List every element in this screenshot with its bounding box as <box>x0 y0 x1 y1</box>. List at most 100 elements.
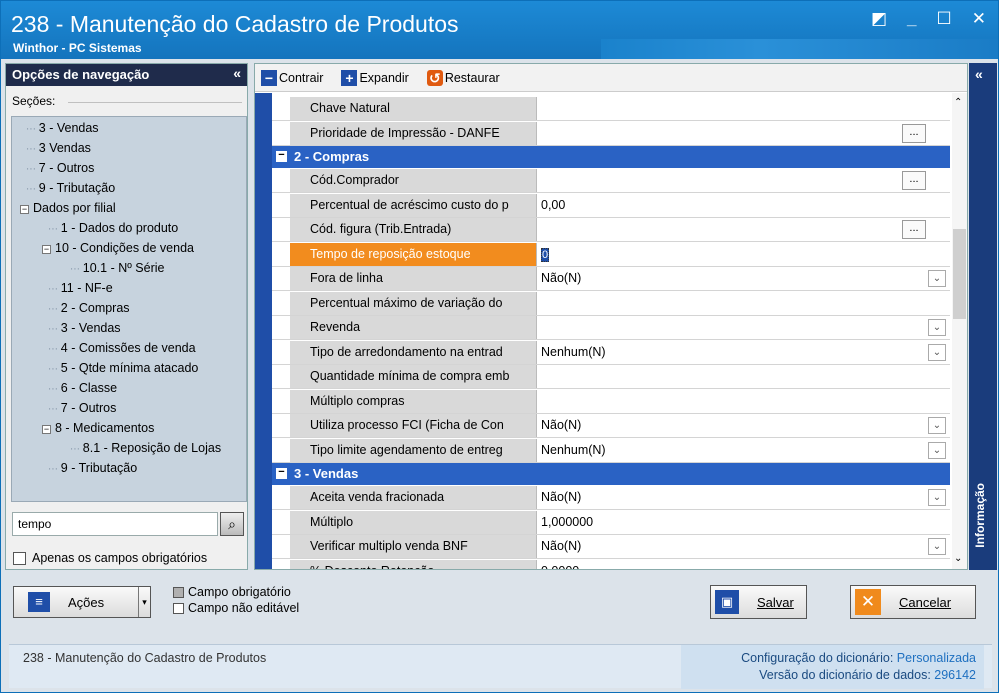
tree-item[interactable]: ⋯ 8.1 - Reposição de Lojas <box>70 441 221 455</box>
property-value[interactable]: Nenhum(N) ⌄ <box>537 340 950 364</box>
property-value[interactable]: Não(N) ⌄ <box>537 535 950 558</box>
collapse-category-icon[interactable]: − <box>276 467 287 479</box>
legend-required: Campo obrigatório <box>173 585 291 599</box>
dropdown-arrow-icon[interactable]: ⌄ <box>928 538 946 555</box>
tree-item[interactable]: ⋯ 4 - Comissões de venda <box>48 341 196 355</box>
property-value[interactable] <box>537 97 950 120</box>
tree-item[interactable]: ⋯ 7 - Outros <box>48 401 116 415</box>
tree-item[interactable]: ⋯ 10.1 - Nº Série <box>70 261 164 275</box>
dropdown-arrow-icon[interactable]: ⌄ <box>928 319 946 336</box>
property-row[interactable]: Chave Natural <box>272 97 950 121</box>
collapse-nav-icon[interactable]: « <box>233 65 241 81</box>
tree-item[interactable]: ⋯ 6 - Classe <box>48 381 117 395</box>
ellipsis-button[interactable]: ... <box>902 123 926 143</box>
sections-divider <box>68 102 242 103</box>
scroll-up-icon[interactable]: ⌃ <box>954 97 962 108</box>
property-value-editor[interactable]: 0 <box>541 247 549 262</box>
legend-required-label: Campo obrigatório <box>188 585 291 599</box>
property-row[interactable]: Múltiplo 1,000000 <box>272 510 950 535</box>
scroll-down-icon[interactable]: ⌄ <box>954 553 962 564</box>
property-value[interactable]: Não(N) ⌄ <box>537 414 950 437</box>
cancel-button[interactable]: ✕ Cancelar <box>850 585 976 619</box>
search-input[interactable]: tempo <box>12 512 218 536</box>
tree-item[interactable]: ⋯ 3 - Vendas <box>48 321 121 335</box>
tree-item[interactable]: ⋯ 7 - Outros <box>26 161 94 175</box>
expand-info-icon[interactable]: « <box>975 66 983 82</box>
property-value[interactable]: ... <box>537 169 950 192</box>
tree-item[interactable]: ⋯ 2 - Compras <box>48 301 130 315</box>
sections-label: Seções: <box>12 94 56 108</box>
property-row[interactable]: Tipo limite agendamento de entreg Nenhum(… <box>272 438 950 463</box>
close-button[interactable]: ✕ <box>972 9 986 29</box>
tree-toggle-icon[interactable]: − <box>42 245 51 254</box>
property-value[interactable] <box>537 389 950 413</box>
property-value[interactable] <box>537 291 950 315</box>
tree-item[interactable]: ⋯ 1 - Dados do produto <box>48 221 178 235</box>
dropdown-arrow-icon[interactable]: ⌄ <box>928 441 946 459</box>
tree-toggle-icon[interactable]: − <box>42 425 51 434</box>
property-value[interactable]: 1,000000 <box>537 510 950 534</box>
dropdown-arrow-icon[interactable]: ⌄ <box>928 417 946 434</box>
tree-item[interactable]: − Dados por filial <box>20 201 116 215</box>
tree-item[interactable]: ⋯ 9 - Tributação <box>48 461 137 475</box>
property-value[interactable] <box>537 365 950 388</box>
actions-button[interactable]: ≡ Ações ▾ <box>13 586 151 618</box>
property-row[interactable]: Tempo de reposição estoque 0 <box>272 242 950 267</box>
restore-window-icon[interactable]: ◩ <box>871 9 887 29</box>
checkbox-box[interactable] <box>13 551 26 565</box>
property-row[interactable]: Aceita venda fracionada Não(N) ⌄ <box>272 486 950 510</box>
property-value[interactable]: 0 <box>537 242 950 266</box>
property-row[interactable]: Quantidade mínima de compra emb <box>272 365 950 389</box>
property-row[interactable]: Tipo de arredondamento na entrad Nenhum(N… <box>272 340 950 365</box>
minus-icon: − <box>261 69 277 86</box>
category-header[interactable]: −2 - Compras <box>272 146 950 168</box>
property-value[interactable]: ... <box>537 121 950 145</box>
property-row[interactable]: Percentual de acréscimo custo do p 0,00 <box>272 193 950 218</box>
dropdown-arrow-icon[interactable]: ⌄ <box>928 270 946 287</box>
tree-item[interactable]: ⋯ 5 - Qtde mínima atacado <box>48 361 198 375</box>
restore-button[interactable]: ↺ Restaurar <box>426 69 500 86</box>
property-row[interactable]: Prioridade de Impressão - DANFE... <box>272 121 950 146</box>
grid-scrollbar[interactable]: ⌃ ⌄ <box>952 93 967 569</box>
dropdown-arrow-icon[interactable]: ⌄ <box>928 489 946 506</box>
property-value[interactable]: Não(N) ⌄ <box>537 267 950 290</box>
tree-item[interactable]: ⋯ 9 - Tributação <box>26 181 115 195</box>
category-header[interactable]: −3 - Vendas <box>272 463 950 485</box>
expand-button[interactable]: + Expandir <box>341 69 409 86</box>
property-row[interactable]: Fora de linha Não(N) ⌄ <box>272 267 950 291</box>
tree-item[interactable]: ⋯ 3 Vendas <box>26 141 91 155</box>
property-value[interactable]: ⌄ <box>537 316 950 339</box>
property-value[interactable]: 0,0000 <box>537 559 950 569</box>
tree-item[interactable]: ⋯ 11 - NF-e <box>48 281 113 295</box>
save-button[interactable]: ▣ Salvar <box>710 585 807 619</box>
ellipsis-button[interactable]: ... <box>902 220 926 239</box>
collapse-category-icon[interactable]: − <box>276 150 287 162</box>
tree-toggle-icon[interactable]: − <box>20 205 29 214</box>
property-value[interactable]: Nenhum(N) ⌄ <box>537 438 950 462</box>
property-value[interactable]: Não(N) ⌄ <box>537 486 950 509</box>
contract-button[interactable]: − Contrair <box>261 69 323 86</box>
property-row[interactable]: Revenda ⌄ <box>272 316 950 340</box>
ellipsis-button[interactable]: ... <box>902 171 926 190</box>
property-row[interactable]: Utiliza processo FCI (Ficha de Con Não(N)… <box>272 414 950 438</box>
tree-item[interactable]: −10 - Condições de venda <box>42 241 194 255</box>
minimize-button[interactable]: _ <box>907 9 916 29</box>
only-required-checkbox[interactable]: Apenas os campos obrigatórios <box>13 551 207 565</box>
property-value[interactable]: ... <box>537 218 950 241</box>
tree-item[interactable]: −8 - Medicamentos <box>42 421 154 435</box>
actions-dropdown-icon[interactable]: ▾ <box>138 587 150 617</box>
tree-item[interactable]: ⋯ 3 - Vendas <box>26 121 99 135</box>
info-panel[interactable]: « Informação <box>969 63 997 570</box>
property-value[interactable]: 0,00 <box>537 193 950 217</box>
property-row[interactable]: Cód.Comprador... <box>272 169 950 193</box>
dropdown-arrow-icon[interactable]: ⌄ <box>928 343 946 361</box>
property-row[interactable]: Percentual máximo de variação do <box>272 291 950 316</box>
property-row[interactable]: Verificar multiplo venda BNF Não(N) ⌄ <box>272 535 950 559</box>
property-row[interactable]: % Desconto Retenção0,0000 <box>272 559 950 569</box>
maximize-button[interactable]: ☐ <box>937 9 952 29</box>
property-row[interactable]: Múltiplo compras <box>272 389 950 414</box>
property-row[interactable]: Cód. figura (Trib.Entrada)... <box>272 218 950 242</box>
scroll-thumb[interactable] <box>953 229 966 319</box>
search-button[interactable]: ⌕ <box>220 512 244 536</box>
config-label: Configuração do dicionário: <box>741 651 894 665</box>
